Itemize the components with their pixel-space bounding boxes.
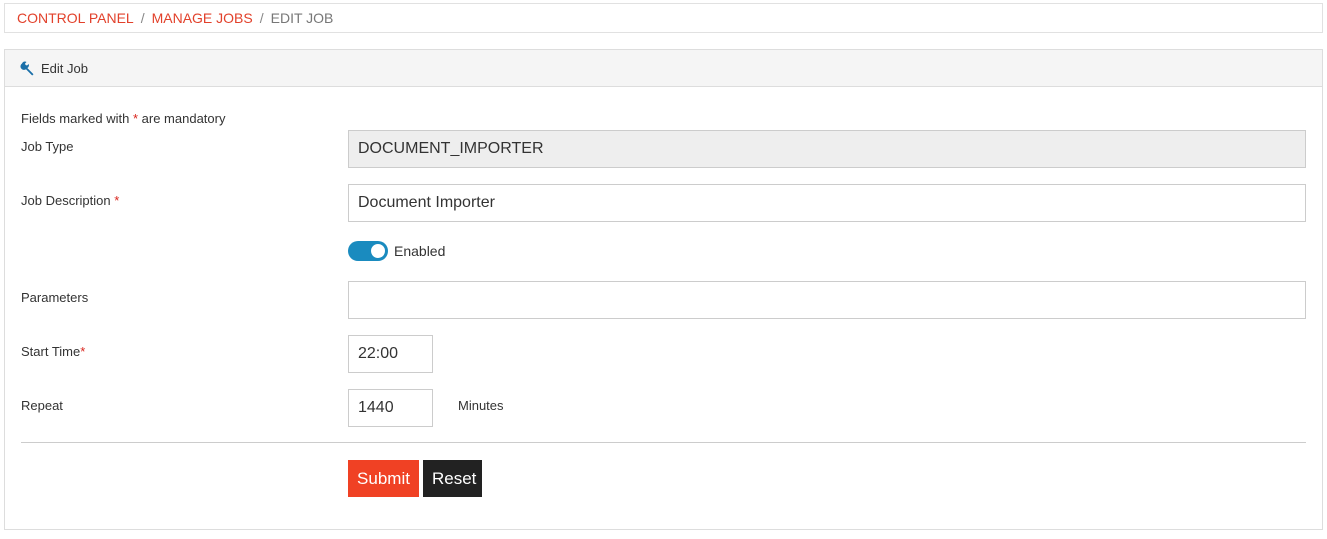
edit-job-panel: Edit Job Fields marked with * are mandat… xyxy=(4,49,1323,530)
mandatory-note-suffix: are mandatory xyxy=(138,111,226,126)
panel-header: Edit Job xyxy=(5,50,1322,87)
enabled-label: Enabled xyxy=(394,243,446,259)
toggle-knob xyxy=(371,244,385,258)
breadcrumb-control-panel[interactable]: CONTROL PANEL xyxy=(17,10,134,26)
job-description-label-text: Job Description xyxy=(21,193,111,208)
job-description-label: Job Description * xyxy=(21,193,119,208)
panel-title: Edit Job xyxy=(41,60,88,76)
wrench-icon xyxy=(20,60,36,76)
breadcrumb: CONTROL PANEL / MANAGE JOBS / EDIT JOB xyxy=(4,3,1323,33)
reset-button[interactable]: Reset xyxy=(423,460,482,497)
breadcrumb-current: EDIT JOB xyxy=(270,10,334,26)
breadcrumb-separator: / xyxy=(259,10,264,26)
breadcrumb-separator: / xyxy=(140,10,145,26)
parameters-label: Parameters xyxy=(21,290,89,305)
breadcrumb-manage-jobs[interactable]: MANAGE JOBS xyxy=(152,10,253,26)
required-asterisk: * xyxy=(80,344,86,359)
submit-button[interactable]: Submit xyxy=(348,460,419,497)
repeat-label: Repeat xyxy=(21,398,63,413)
enabled-toggle-wrap: Enabled xyxy=(348,241,445,261)
start-time-label-text: Start Time xyxy=(21,344,81,359)
job-type-label: Job Type xyxy=(21,139,74,154)
required-asterisk: * xyxy=(114,193,120,208)
job-description-field[interactable] xyxy=(348,184,1306,222)
start-time-label: Start Time* xyxy=(21,344,85,359)
start-time-field[interactable] xyxy=(348,335,433,373)
repeat-field[interactable] xyxy=(348,389,433,427)
form-divider xyxy=(21,442,1306,443)
mandatory-note: Fields marked with * are mandatory xyxy=(21,111,225,126)
mandatory-note-prefix: Fields marked with xyxy=(21,111,133,126)
parameters-field[interactable] xyxy=(348,281,1306,319)
repeat-unit-label: Minutes xyxy=(458,398,504,413)
enabled-toggle[interactable] xyxy=(348,241,388,261)
job-type-field[interactable] xyxy=(348,130,1306,168)
